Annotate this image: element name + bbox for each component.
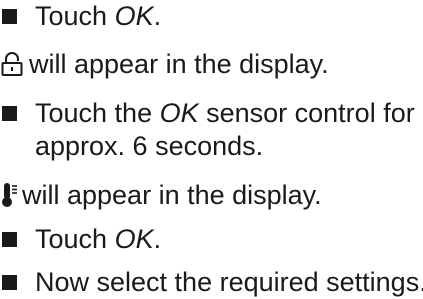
bullet-square-icon xyxy=(2,106,17,121)
step-text: Touch OK. xyxy=(35,1,162,31)
step-text-line-2: approx. 6 seconds. xyxy=(35,131,264,161)
bullet-square-icon xyxy=(2,232,17,247)
ok-keyword: OK xyxy=(114,1,154,31)
note-text: will appear in the display. xyxy=(29,49,329,79)
lock-open-icon xyxy=(1,52,23,76)
step-text-line-1: Touch the OK sensor control for xyxy=(35,98,415,128)
thermometer-icon xyxy=(2,183,17,207)
ok-keyword: OK xyxy=(159,98,199,128)
note-text: will appear in the display. xyxy=(22,180,322,210)
bullet-square-icon xyxy=(2,275,17,290)
ok-keyword: OK xyxy=(114,224,154,254)
step-text: Now select the required settings. xyxy=(35,267,423,297)
instruction-list: Touch OK. will appear in the display. To… xyxy=(0,0,423,299)
step-text: Touch OK. xyxy=(35,224,162,254)
bullet-square-icon xyxy=(2,9,17,24)
